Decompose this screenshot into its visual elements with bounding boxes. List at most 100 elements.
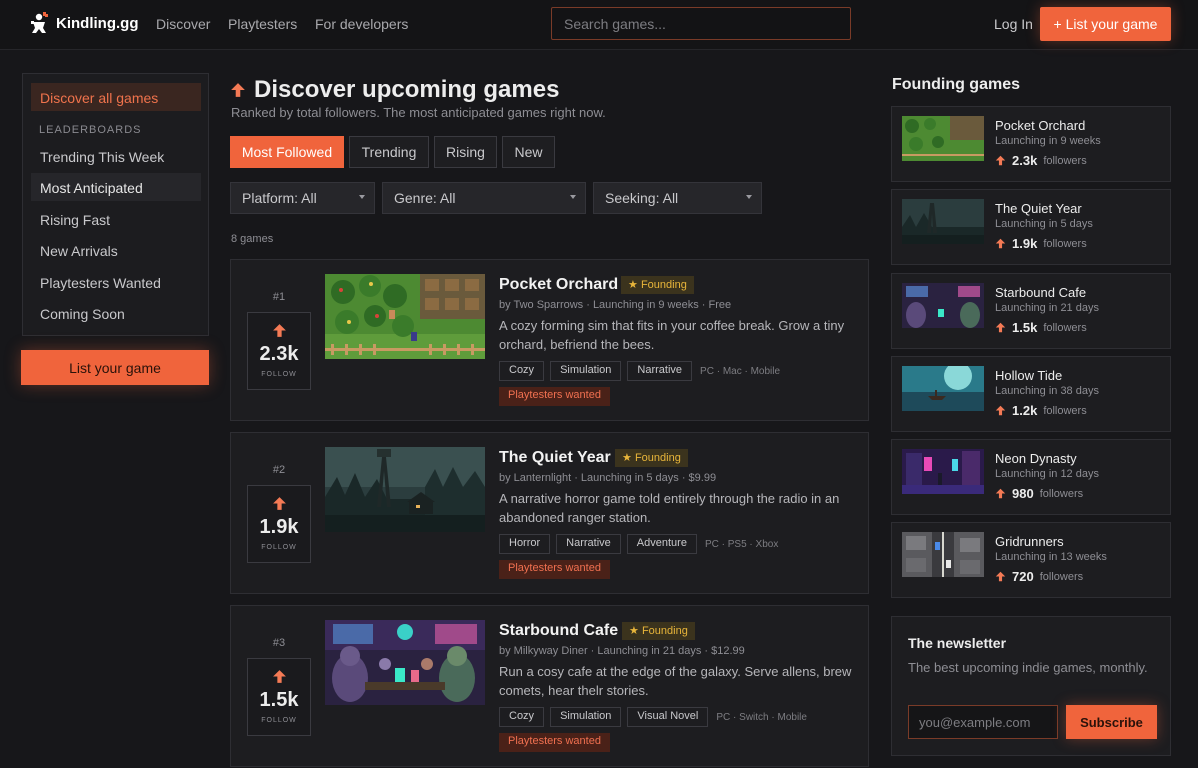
tag[interactable]: Narrative <box>556 534 621 554</box>
follower-count: 1.5k <box>259 689 299 711</box>
genre-filter[interactable]: Genre: All <box>382 182 586 214</box>
founding-game-title: Gridrunners <box>995 534 1064 549</box>
top-bar: Kindling.gg Discover Playtesters For dev… <box>0 0 1198 50</box>
newsletter-panel: The newsletter The best upcoming indie g… <box>891 616 1171 756</box>
sidebar-item-discover-all[interactable]: Discover all games <box>31 83 201 111</box>
sidebar-list-game-button[interactable]: List your game <box>21 350 209 385</box>
game-thumbnail <box>902 366 984 411</box>
follow-button[interactable]: 1.9k FOLLOW <box>247 485 311 563</box>
sidebar-heading: LEADERBOARDS <box>39 124 142 136</box>
platform-list: PC · Mac · Mobile <box>700 365 781 377</box>
email-field[interactable] <box>908 705 1058 739</box>
sidebar-item-playtesters-wanted[interactable]: Playtesters Wanted <box>31 268 201 296</box>
founding-followers: 720 followers <box>995 569 1083 584</box>
game-meta: by Two Sparrows · Launching in 9 weeks ·… <box>499 299 732 311</box>
rank-label: #3 <box>272 637 286 649</box>
founding-badge: ★ Founding <box>621 276 694 294</box>
list-game-button[interactable]: + List your game <box>1040 7 1171 41</box>
tab-rising[interactable]: Rising <box>434 136 497 168</box>
follower-count: 720 <box>1012 569 1034 584</box>
arrow-up-icon <box>995 322 1006 333</box>
founding-game-title: The Quiet Year <box>995 201 1082 216</box>
search-input[interactable] <box>551 7 851 40</box>
tag[interactable]: Narrative <box>627 361 693 381</box>
tab-most-followed[interactable]: Most Followed <box>230 136 344 168</box>
nav-discover[interactable]: Discover <box>156 16 210 32</box>
platform-list: PC · Switch · Mobile <box>716 711 807 723</box>
star-icon: ★ <box>628 279 638 291</box>
game-title[interactable]: The Quiet Year <box>499 449 611 467</box>
star-icon: ★ <box>622 452 632 464</box>
sidebar-item-trending[interactable]: Trending This Week <box>31 142 201 170</box>
game-thumbnail[interactable] <box>325 447 485 532</box>
seeking-filter-value: Seeking: All <box>605 190 679 206</box>
founding-game-card[interactable]: Neon Dynasty Launching in 12 days 980 fo… <box>891 439 1171 515</box>
follower-count: 1.2k <box>1012 403 1038 418</box>
game-card[interactable]: #3 1.5k FOLLOW Starbound Cafe ★ Founding… <box>230 605 869 767</box>
newsletter-title: The newsletter <box>908 635 1007 651</box>
sidebar-item-rising-fast[interactable]: Rising Fast <box>31 205 201 233</box>
page-subtitle: Ranked by total followers. The most anti… <box>231 105 606 120</box>
tag[interactable]: Cozy <box>499 707 545 727</box>
founding-game-meta: Launching in 5 days <box>995 218 1093 230</box>
founding-game-meta: Launching in 21 days <box>995 302 1099 314</box>
game-thumbnail <box>902 116 984 161</box>
follow-button[interactable]: 1.5k FOLLOW <box>247 658 311 736</box>
follow-button[interactable]: 2.3k FOLLOW <box>247 312 311 390</box>
subscribe-button[interactable]: Subscribe <box>1066 705 1157 739</box>
kindling-logo-icon <box>31 12 48 33</box>
follower-count: 2.3k <box>1012 153 1038 168</box>
founding-game-card[interactable]: Gridrunners Launching in 13 weeks 720 fo… <box>891 522 1171 598</box>
game-thumbnail[interactable] <box>325 620 485 705</box>
founding-game-card[interactable]: Hollow Tide Launching in 38 days 1.2k fo… <box>891 356 1171 432</box>
genre-filter-value: Genre: All <box>394 190 456 206</box>
tag[interactable]: Cozy <box>499 361 545 381</box>
sidebar-item-new-arrivals[interactable]: New Arrivals <box>31 236 201 264</box>
tag[interactable]: Horror <box>499 534 551 554</box>
login-link[interactable]: Log In <box>994 16 1033 32</box>
founding-badge: ★ Founding <box>615 449 688 467</box>
game-description: A narrative horror game told entirely th… <box>499 491 840 525</box>
founding-game-meta: Launching in 12 days <box>995 468 1099 480</box>
game-thumbnail <box>902 449 984 494</box>
tag[interactable]: Visual Novel <box>627 707 709 727</box>
founding-badge-label: Founding <box>634 452 681 464</box>
founding-game-card[interactable]: Starbound Cafe Launching in 21 days 1.5k… <box>891 273 1171 349</box>
founding-game-card[interactable]: Pocket Orchard Launching in 9 weeks 2.3k… <box>891 106 1171 182</box>
tab-new[interactable]: New <box>502 136 555 168</box>
game-card[interactable]: #2 1.9k FOLLOW The Quiet Year ★ Founding… <box>230 432 869 594</box>
page-title: Discover upcoming games <box>254 76 560 103</box>
playtesters-wanted-badge[interactable]: Playtesters wanted <box>499 560 610 579</box>
founding-followers: 1.2k followers <box>995 403 1087 418</box>
tab-trending[interactable]: Trending <box>349 136 429 168</box>
game-thumbnail <box>902 532 984 577</box>
platform-filter[interactable]: Platform: All <box>230 182 375 214</box>
page-heading: Discover upcoming games <box>230 76 559 104</box>
brand-name: Kindling.gg <box>56 14 139 32</box>
game-title[interactable]: Pocket Orchard <box>499 276 618 294</box>
follow-label: FOLLOW <box>261 544 297 551</box>
founding-game-title: Neon Dynasty <box>995 451 1077 466</box>
followers-label: followers <box>1039 570 1084 583</box>
sidebar-item-coming-soon[interactable]: Coming Soon <box>31 299 201 327</box>
tag[interactable]: Simulation <box>550 361 622 381</box>
nav-for-developers[interactable]: For developers <box>315 16 408 32</box>
follow-label: FOLLOW <box>261 717 297 724</box>
tag[interactable]: Simulation <box>550 707 622 727</box>
game-thumbnail[interactable] <box>325 274 485 359</box>
seeking-filter[interactable]: Seeking: All <box>593 182 762 214</box>
result-count: 8 games <box>231 233 274 245</box>
game-thumbnail <box>902 199 984 244</box>
sidebar-item-most-anticipated[interactable]: Most Anticipated <box>31 173 201 201</box>
founding-game-meta: Launching in 38 days <box>995 385 1099 397</box>
game-card[interactable]: #1 2.3k FOLLOW Pocket Orchard ★ Founding… <box>230 259 869 421</box>
follow-label: FOLLOW <box>261 371 297 378</box>
founding-game-card[interactable]: The Quiet Year Launching in 5 days 1.9k … <box>891 189 1171 265</box>
game-title[interactable]: Starbound Cafe <box>499 622 618 640</box>
playtesters-wanted-badge[interactable]: Playtesters wanted <box>499 387 610 406</box>
logo[interactable]: Kindling.gg <box>28 11 138 35</box>
arrow-up-icon <box>272 496 287 511</box>
nav-playtesters[interactable]: Playtesters <box>228 16 297 32</box>
playtesters-wanted-badge[interactable]: Playtesters wanted <box>499 733 610 752</box>
tag[interactable]: Adventure <box>626 534 697 554</box>
